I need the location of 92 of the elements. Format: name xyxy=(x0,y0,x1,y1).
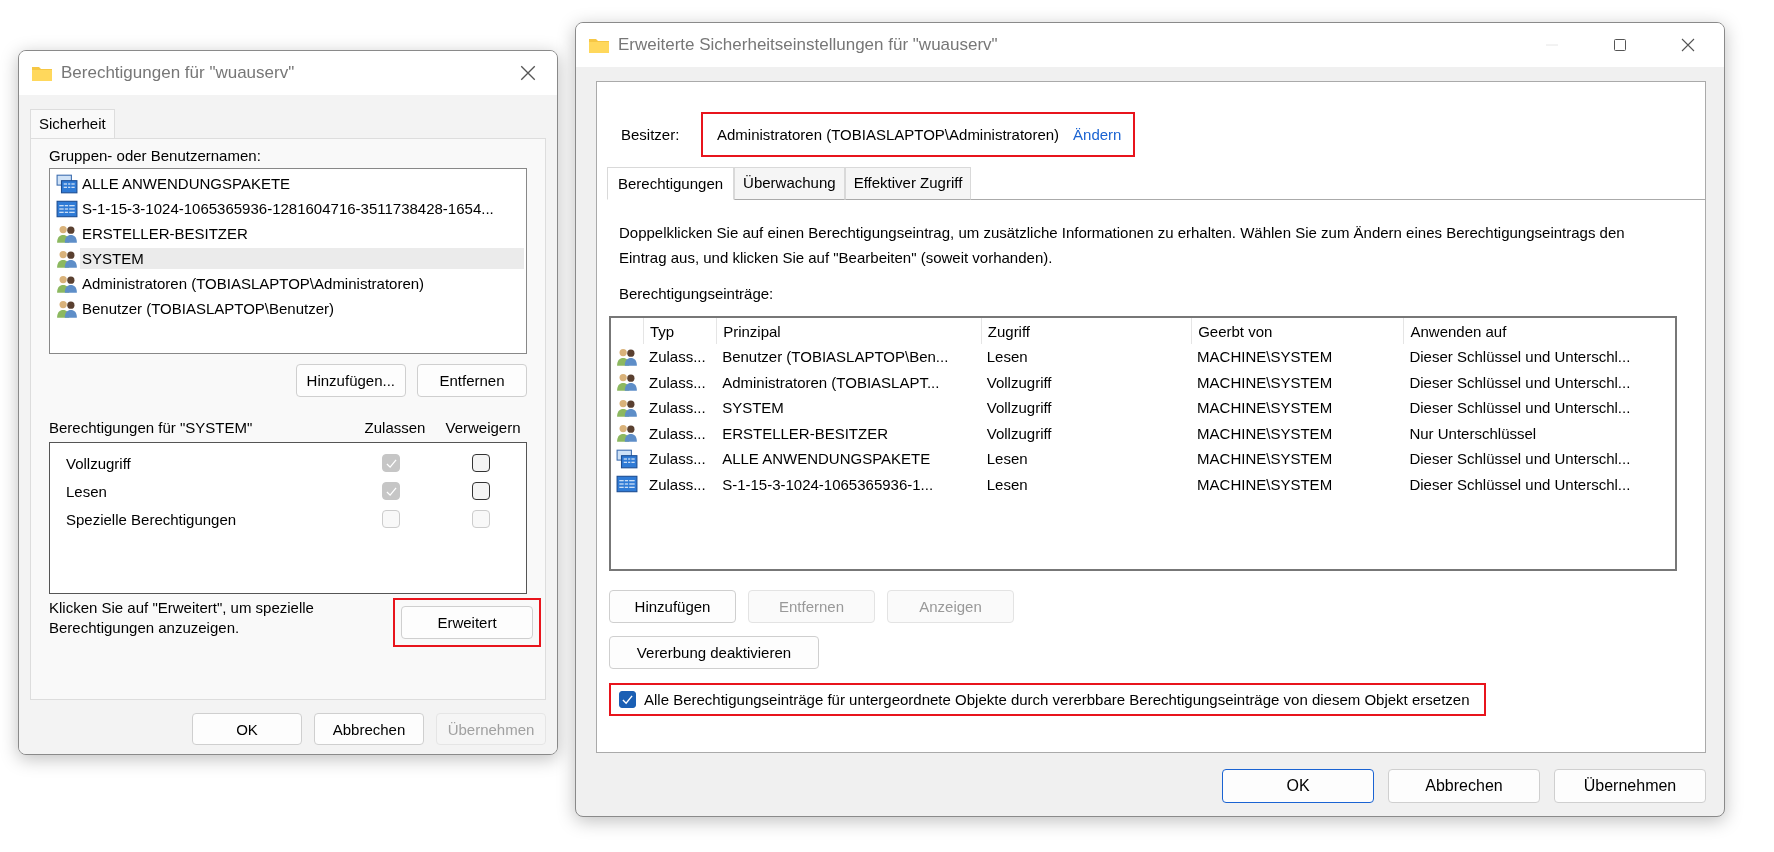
cancel-button[interactable]: Abbrechen xyxy=(1388,769,1540,803)
column-header: Verweigern xyxy=(444,419,522,436)
column-header[interactable]: Zugriff xyxy=(980,318,1192,344)
checkbox[interactable] xyxy=(472,482,490,500)
users-icon xyxy=(56,223,78,244)
ok-button[interactable]: OK xyxy=(192,713,302,745)
table-cell-text: Administratoren (TOBIASLAPT... xyxy=(721,373,941,391)
table-cell-text: Dieser Schlüssel und Unterschl... xyxy=(1408,399,1632,417)
column-header[interactable]: Prinzipal xyxy=(716,318,981,344)
window-grid-icon xyxy=(56,198,78,219)
list-item[interactable]: Benutzer (TOBIASLAPTOP\Benutzer) xyxy=(80,298,524,319)
table-cell-text: MACHINE\SYSTEM xyxy=(1196,450,1334,468)
table-cell-text: Zulass... xyxy=(648,475,707,493)
advanced-button[interactable]: Erweitert xyxy=(401,606,533,639)
close-icon[interactable] xyxy=(519,64,537,82)
table-cell-text: Lesen xyxy=(985,450,1029,468)
users-icon xyxy=(616,372,638,393)
column-header[interactable]: Anwenden auf xyxy=(1403,318,1675,344)
users-icon xyxy=(616,346,638,367)
ok-button[interactable]: OK xyxy=(1222,769,1374,803)
tab[interactable]: Überwachung xyxy=(734,167,845,200)
table-cell-text: Zulass... xyxy=(648,373,707,391)
folder-icon xyxy=(588,36,610,54)
checkbox-label: Alle Berechtigungseinträge für untergeordnete Objekte durch vererbbare Berechtigungseinträge von diesem Objekt ersetzen xyxy=(644,691,1470,708)
permission-name: Spezielle Berechtigungen xyxy=(66,510,238,528)
list-item[interactable]: ERSTELLER-BESITZER xyxy=(80,223,524,244)
disable-inheritance-button[interactable]: Vererbung deaktivieren xyxy=(609,636,819,669)
checkbox[interactable] xyxy=(619,691,636,708)
list-item[interactable]: SYSTEM xyxy=(80,248,524,269)
table-cell-text: Vollzugriff xyxy=(985,399,1053,417)
table-cell-text: Dieser Schlüssel und Unterschl... xyxy=(1408,348,1632,366)
description-text: Doppelklicken Sie auf einen Berechtigungseintrag, um zusätzliche Informationen zu erhalten. Wählen Sie zum Ändern eines Berechtigungseintrags den Eintrag aus, und klicken Sie auf "Bearbeiten" (soweit vorhanden). xyxy=(618,223,1626,268)
table-cell-text: MACHINE\SYSTEM xyxy=(1196,373,1334,391)
permission-name: Lesen xyxy=(66,482,108,500)
permission-name: Vollzugriff xyxy=(66,454,132,472)
close-icon[interactable] xyxy=(1680,37,1696,53)
table-cell-text: MACHINE\SYSTEM xyxy=(1196,348,1334,366)
add-button[interactable]: Hinzufügen xyxy=(609,590,736,623)
column-header: Zulassen xyxy=(363,419,427,436)
table-cell-text: Zulass... xyxy=(648,348,707,366)
users-icon xyxy=(56,273,78,294)
table-cell-text: ALLE ANWENDUNGSPAKETE xyxy=(721,450,932,468)
hint-text: Klicken Sie auf "Erweitert", um spezielle Berechtigungen anzuzeigen. xyxy=(49,598,315,638)
table-cell-text: Lesen xyxy=(985,348,1029,366)
table-cell-text: Dieser Schlüssel und Unterschl... xyxy=(1408,373,1632,391)
list-item[interactable]: Administratoren (TOBIASLAPTOP\Administratoren) xyxy=(80,273,524,294)
add-button[interactable]: Hinzufügen... xyxy=(295,364,406,397)
table-cell-text: Nur Unterschlüssel xyxy=(1408,424,1538,442)
table-cell-text: ERSTELLER-BESITZER xyxy=(721,424,889,442)
list-item[interactable]: ALLE ANWENDUNGSPAKETE xyxy=(80,173,524,194)
tab[interactable]: Sicherheit xyxy=(30,109,115,138)
table-cell-text: Dieser Schlüssel und Unterschl... xyxy=(1408,475,1632,493)
table-cell-text: Lesen xyxy=(985,475,1029,493)
table-cell-text: SYSTEM xyxy=(721,399,785,417)
users-icon xyxy=(56,298,78,319)
checkbox[interactable] xyxy=(472,454,490,472)
users-icon xyxy=(616,423,638,444)
table-cell-text: MACHINE\SYSTEM xyxy=(1196,399,1334,417)
maximize-icon[interactable] xyxy=(1612,37,1628,53)
table-cell-text: Zulass... xyxy=(648,424,707,442)
list-item[interactable]: S-1-15-3-1024-1065365936-1281604716-3511738428-1654... xyxy=(80,198,524,219)
cancel-button[interactable]: Abbrechen xyxy=(314,713,424,745)
column-header[interactable]: Geerbt von xyxy=(1191,318,1404,344)
window-title: Erweiterte Sicherheitseinstellungen für "wuauserv" xyxy=(618,35,999,55)
owner-value: Administratoren (TOBIASLAPTOP\Administratoren) xyxy=(717,126,1060,143)
change-link[interactable]: Ändern xyxy=(1073,126,1122,143)
folder-icon xyxy=(31,64,53,82)
permissions-label: Berechtigungen für "SYSTEM" xyxy=(49,419,254,436)
entries-label: Berechtigungseinträge: xyxy=(618,285,775,302)
table-cell-text: Zulass... xyxy=(648,450,707,468)
table-cell-text: Vollzugriff xyxy=(985,424,1053,442)
table-cell-text: MACHINE\SYSTEM xyxy=(1196,475,1334,493)
table-cell-text: Dieser Schlüssel und Unterschl... xyxy=(1408,450,1632,468)
windows-stack-icon xyxy=(56,173,78,194)
window-grid-icon xyxy=(616,474,638,495)
tab[interactable]: Berechtigungen xyxy=(607,167,735,200)
list-label: Gruppen- oder Benutzernamen: xyxy=(49,147,262,164)
table-cell-text: S-1-15-3-1024-1065365936-1... xyxy=(721,475,935,493)
table-cell-text: MACHINE\SYSTEM xyxy=(1196,424,1334,442)
check-icon xyxy=(622,694,633,705)
table-cell-text: Vollzugriff xyxy=(985,373,1053,391)
remove-button[interactable]: Entfernen xyxy=(417,364,527,397)
table-cell-text: Zulass... xyxy=(648,399,707,417)
column-header[interactable]: Typ xyxy=(643,318,717,344)
table-cell-text: Benutzer (TOBIASLAPTOP\Ben... xyxy=(721,348,950,366)
owner-label: Besitzer: xyxy=(621,126,681,143)
apply-button[interactable]: Übernehmen xyxy=(1554,769,1706,803)
tab[interactable]: Effektiver Zugriff xyxy=(844,167,972,200)
users-icon xyxy=(616,397,638,418)
window-title: Berechtigungen für "wuauserv" xyxy=(61,63,296,83)
users-icon xyxy=(56,248,78,269)
windows-stack-icon xyxy=(616,448,638,469)
